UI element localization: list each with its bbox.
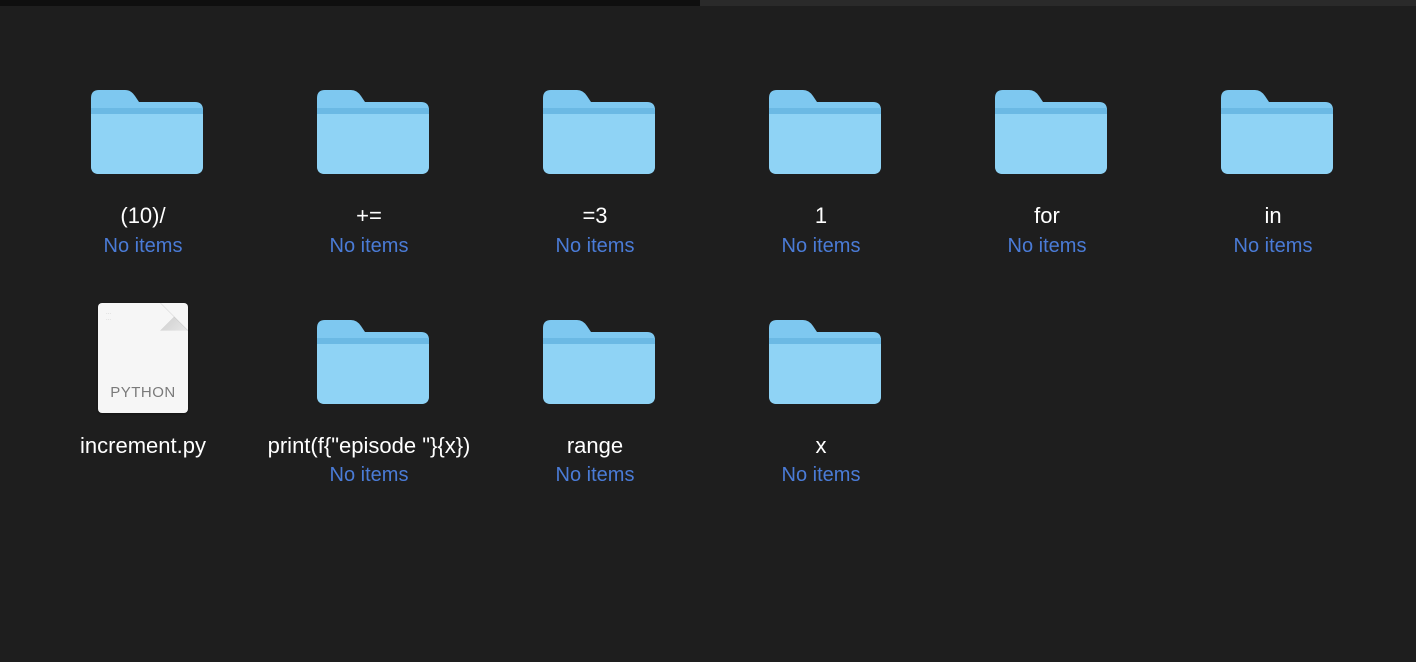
- item-subtitle: No items: [104, 235, 183, 258]
- item-name: +=: [356, 202, 382, 231]
- item-subtitle: No items: [782, 464, 861, 487]
- item-subtitle: No items: [1234, 235, 1313, 258]
- item-subtitle: No items: [330, 464, 409, 487]
- folder-icon: [1213, 68, 1333, 188]
- folder-item[interactable]: += No items: [266, 68, 472, 258]
- folder-icon: [83, 68, 203, 188]
- item-subtitle: No items: [330, 235, 409, 258]
- file-item[interactable]: ······ PYTHON increment.py: [40, 298, 246, 488]
- item-subtitle: No items: [556, 235, 635, 258]
- folder-item[interactable]: x No items: [718, 298, 924, 488]
- folder-icon: [535, 68, 655, 188]
- folder-item[interactable]: print(f{"episode "}{x}) No items: [266, 298, 472, 488]
- item-name: range: [567, 432, 623, 461]
- folder-icon: [761, 298, 881, 418]
- folder-item[interactable]: range No items: [492, 298, 698, 488]
- window-toolbar-segment: [700, 0, 1416, 6]
- item-subtitle: No items: [1008, 235, 1087, 258]
- folder-item[interactable]: for No items: [944, 68, 1150, 258]
- item-name: in: [1264, 202, 1281, 231]
- item-name: print(f{"episode "}{x}): [268, 432, 471, 461]
- folder-item[interactable]: 1 No items: [718, 68, 924, 258]
- folder-icon: [309, 298, 429, 418]
- item-name: 1: [815, 202, 827, 231]
- icon-grid: (10)/ No items += No items =3 No items 1…: [0, 8, 1416, 507]
- file-preview-text: ······: [106, 311, 111, 323]
- folder-item[interactable]: =3 No items: [492, 68, 698, 258]
- python-file-icon: ······ PYTHON: [98, 298, 188, 418]
- folder-icon: [309, 68, 429, 188]
- item-subtitle: No items: [556, 464, 635, 487]
- item-name: increment.py: [80, 432, 206, 461]
- folder-icon: [761, 68, 881, 188]
- folder-icon: [535, 298, 655, 418]
- folder-item[interactable]: in No items: [1170, 68, 1376, 258]
- item-name: for: [1034, 202, 1060, 231]
- item-name: =3: [582, 202, 607, 231]
- file-kind-label: PYTHON: [98, 384, 188, 401]
- folder-item[interactable]: (10)/ No items: [40, 68, 246, 258]
- folder-icon: [987, 68, 1107, 188]
- item-subtitle: No items: [782, 235, 861, 258]
- item-name: x: [816, 432, 827, 461]
- item-name: (10)/: [120, 202, 165, 231]
